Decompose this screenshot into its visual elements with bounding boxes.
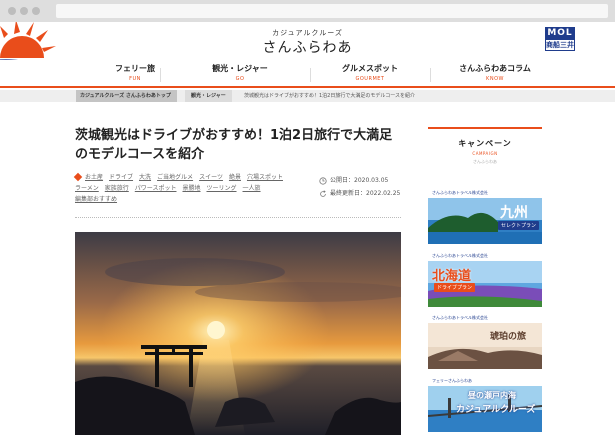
window-minimize-dot[interactable] bbox=[20, 7, 28, 15]
nav-sub: KNOW bbox=[486, 76, 504, 82]
breadcrumb-category[interactable]: 観光・レジャー bbox=[185, 90, 232, 102]
campaign-subtitle: さんふらわあ bbox=[473, 159, 497, 164]
banner-title: 昼の瀬戸内海 bbox=[468, 391, 516, 400]
tag-list: お土産 ドライブ 大洗 ご当地グルメ スイーツ 絶景 穴場スポット ラーメン 家族旅行 パワース… bbox=[73, 172, 305, 205]
banner-subtitle: カジュアルクルーズ bbox=[456, 405, 536, 415]
tag-link[interactable]: パワースポット bbox=[135, 185, 177, 192]
updated-date-row: 最終更新日：2022.02.25 bbox=[319, 187, 400, 200]
article-divider bbox=[75, 217, 401, 218]
banner-pill: ドライブプラン bbox=[434, 283, 476, 292]
campaign-banner-setouchi[interactable]: フェリーさんふらわあ 昼の瀬戸内海 カジュアルクルーズ bbox=[428, 376, 542, 432]
breadcrumb-current: 茨城観光はドライブがおすすめ！1泊2日旅行で大満足のモデルコースを紹介 bbox=[244, 93, 416, 99]
partner-logo-bottom: 商船三井 bbox=[545, 40, 575, 51]
tag-link[interactable]: 絶景 bbox=[229, 174, 241, 181]
banner-brand: さんふらわあトラベル株式会社 bbox=[428, 251, 542, 261]
tag-link[interactable]: スイーツ bbox=[199, 174, 223, 181]
banner-title: 北海道 bbox=[432, 269, 472, 284]
published-date: 公開日：2020.03.05 bbox=[330, 177, 389, 184]
tag-link[interactable]: ドライブ bbox=[109, 174, 133, 181]
page: カジュアルクルーズ さんふらわあ MOL 商船三井 フェリー旅 FUN 観光・レ… bbox=[0, 22, 615, 435]
campaign-banner-amber[interactable]: さんふらわあトラベル株式会社 琥珀の旅 bbox=[428, 313, 542, 369]
partner-logo-top: MOL bbox=[545, 27, 575, 40]
breadcrumb: カジュアルクルーズ さんふらわあトップ 観光・レジャー 茨城観光はドライブがおす… bbox=[0, 90, 615, 102]
article-dates: 公開日：2020.03.05 最終更新日：2022.02.25 bbox=[319, 174, 400, 200]
nav-item-sightseeing[interactable]: 観光・レジャー GO bbox=[165, 63, 315, 83]
published-date-row: 公開日：2020.03.05 bbox=[319, 174, 400, 187]
banner-pill: セレクトプラン bbox=[498, 221, 540, 230]
window-zoom-dot[interactable] bbox=[32, 7, 40, 15]
banner-title: 琥珀の旅 bbox=[490, 332, 527, 342]
banner-brand: さんふらわあトラベル株式会社 bbox=[428, 313, 542, 323]
site-logo[interactable]: さんふらわあ bbox=[0, 37, 615, 57]
campaign-title: キャンペーン bbox=[458, 139, 512, 148]
browser-chrome bbox=[0, 0, 615, 22]
site-header: カジュアルクルーズ さんふらわあ MOL 商船三井 bbox=[0, 22, 615, 70]
hero-image bbox=[75, 232, 401, 435]
article-title: 茨城観光はドライブがおすすめ！1泊2日旅行で大満足のモデルコースを紹介 bbox=[75, 128, 393, 162]
tag-link[interactable]: ご当地グルメ bbox=[157, 174, 193, 181]
main-nav: フェリー旅 FUN 観光・レジャー GO グルメスポット GOURMET さんふ… bbox=[0, 60, 615, 88]
partner-logo[interactable]: MOL 商船三井 bbox=[545, 27, 575, 53]
breadcrumb-home[interactable]: カジュアルクルーズ さんふらわあトップ bbox=[76, 90, 177, 102]
banner-brand: フェリーさんふらわあ bbox=[428, 376, 542, 386]
clock-icon bbox=[319, 176, 327, 185]
tag-link[interactable]: 一人旅 bbox=[243, 185, 261, 192]
tag-link[interactable]: ラーメン bbox=[75, 185, 99, 192]
campaign-banner-kyushu[interactable]: さんふらわあトラベル株式会社 九州 セレクトプラン bbox=[428, 188, 542, 244]
tag-link[interactable]: ツーリング bbox=[207, 185, 237, 192]
nav-label: 観光・レジャー bbox=[212, 64, 268, 73]
updated-date: 最終更新日：2022.02.25 bbox=[330, 190, 401, 197]
tag-icon bbox=[73, 172, 83, 182]
refresh-icon bbox=[320, 189, 326, 197]
tag-link[interactable]: お土産 bbox=[85, 174, 103, 181]
tag-link[interactable]: 穴場スポット bbox=[247, 174, 283, 181]
nav-divider bbox=[160, 68, 161, 82]
address-bar[interactable] bbox=[56, 4, 608, 18]
campaign-title-en: CAMPAIGN bbox=[472, 151, 498, 156]
window-close-dot[interactable] bbox=[8, 7, 16, 15]
campaign-heading: キャンペーン CAMPAIGN さんふらわあ bbox=[428, 127, 542, 165]
banner-brand: さんふらわあトラベル株式会社 bbox=[428, 188, 542, 198]
nav-label: さんふらわあコラム bbox=[459, 64, 531, 73]
tag-link[interactable]: 家族旅行 bbox=[105, 185, 129, 192]
campaign-banner-hokkaido[interactable]: さんふらわあトラベル株式会社 北海道 ドライブプラン bbox=[428, 251, 542, 307]
nav-sub: GO bbox=[235, 76, 245, 82]
tag-link[interactable]: 大洗 bbox=[139, 174, 151, 181]
sunrise-torii-image bbox=[75, 232, 401, 435]
tag-link[interactable]: 景勝地 bbox=[182, 185, 200, 192]
tag-link[interactable]: 編集部おすすめ bbox=[75, 196, 117, 203]
banner-title: 九州 bbox=[500, 205, 528, 221]
nav-item-column[interactable]: さんふらわあコラム KNOW bbox=[420, 63, 570, 83]
